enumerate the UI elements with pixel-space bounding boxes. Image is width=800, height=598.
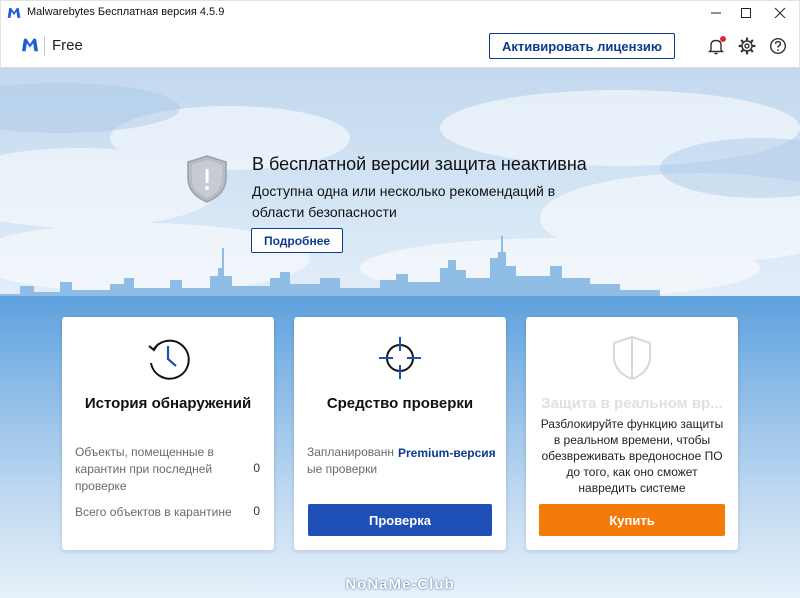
dashboard-background: В бесплатной версии защита неактивна Дос… (0, 68, 800, 598)
malwarebytes-logo-icon (22, 38, 38, 52)
notification-badge (720, 36, 726, 42)
scheduled-scans-label: Запланированные проверки (307, 445, 394, 476)
detection-history-card[interactable]: История обнаружений Объекты, помещенные … (62, 317, 274, 550)
total-quarantined-value: 0 (253, 504, 260, 518)
maximize-icon (741, 8, 751, 18)
help-button[interactable] (769, 37, 787, 55)
malwarebytes-app-icon (7, 7, 21, 18)
minimize-icon (711, 12, 721, 14)
activate-license-button[interactable]: Активировать лицензию (489, 33, 675, 59)
scanner-card[interactable]: Средство проверки Запланированные провер… (294, 317, 506, 550)
notifications-button[interactable] (707, 36, 726, 55)
window-title: Malwarebytes Бесплатная версия 4.5.9 (27, 6, 225, 18)
buy-button[interactable]: Купить (539, 504, 725, 536)
minimize-button[interactable] (699, 1, 733, 25)
total-quarantined-label: Всего объектов в карантине (75, 505, 232, 519)
maximize-button[interactable] (729, 1, 763, 25)
realtime-description: Разблокируйте функцию защиты в реальном … (540, 417, 724, 495)
header-divider (44, 36, 45, 56)
edition-label: Free (52, 37, 83, 54)
scanner-card-title: Средство проверки (326, 395, 474, 412)
app-header: Free Активировать лицензию (0, 24, 800, 68)
close-button[interactable] (763, 1, 797, 25)
shield-warning-icon (187, 155, 227, 203)
settings-button[interactable] (738, 37, 756, 55)
watermark-text: NoNaMe-Club (345, 576, 455, 593)
scan-button[interactable]: Проверка (308, 504, 492, 536)
details-button[interactable]: Подробнее (251, 228, 343, 253)
quarantined-last-scan-label: Объекты, помещенные в карантин при после… (75, 445, 214, 493)
title-bar: Malwarebytes Бесплатная версия 4.5.9 (0, 0, 800, 24)
realtime-protection-card[interactable]: Защита в реальном вр... Разблокируйте фу… (526, 317, 738, 550)
close-icon (774, 7, 786, 19)
quarantined-last-scan-value: 0 (253, 461, 260, 475)
gear-icon (738, 37, 756, 55)
protection-status-subtitle: Доступна одна или несколько рекомендаций… (252, 183, 556, 220)
history-card-title: История обнаружений (84, 395, 252, 412)
shield-outline-icon (613, 335, 651, 381)
city-skyline-illustration (0, 236, 800, 308)
crosshair-icon (379, 337, 421, 379)
premium-version-link[interactable]: Premium-версия (398, 446, 496, 460)
history-clock-icon (148, 339, 190, 380)
help-icon (769, 37, 787, 55)
realtime-card-title: Защита в реальном вр... (541, 395, 723, 412)
protection-status-title: В бесплатной версии защита неактивна (252, 154, 587, 174)
